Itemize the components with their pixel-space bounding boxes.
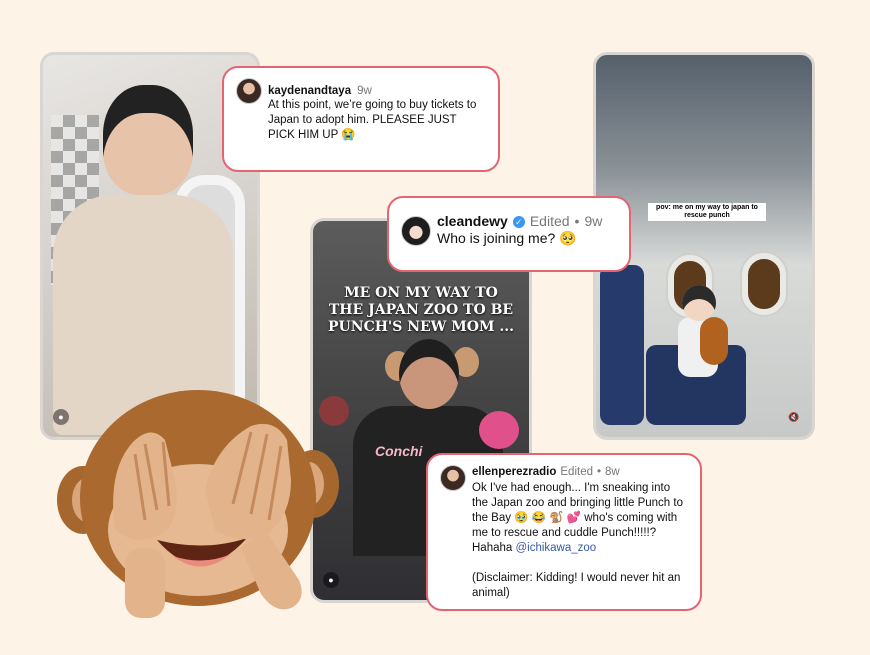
comment-time: 8w <box>605 466 620 478</box>
comment-time: 9w <box>357 84 372 97</box>
monkey-plush <box>700 317 728 365</box>
comment-username[interactable]: ellenperezradio <box>472 465 556 480</box>
shirt-text: Conchi <box>375 443 423 459</box>
comment-bubble-kaydenandtaya: kaydenandtaya 9w At this point, we’re go… <box>222 66 500 172</box>
comment-disclaimer: (Disclaimer: Kidding! I would never hit … <box>472 572 681 599</box>
comment-text: Ok I've had enough... I'm sneaking into … <box>472 481 688 556</box>
comment-username[interactable]: kaydenandtaya <box>268 84 351 99</box>
airplane-window <box>742 253 786 315</box>
girl-figure-head <box>682 285 716 321</box>
comment-edited: Edited <box>529 213 570 229</box>
comment-edited: Edited <box>560 466 593 478</box>
video-overlay-text: ME ON MY WAY TO THE JAPAN ZOO TO BE PUNC… <box>328 285 514 335</box>
comment-username[interactable]: cleandewy <box>437 214 508 229</box>
mute-icon[interactable]: 🔇 <box>786 409 802 425</box>
avatar[interactable] <box>440 465 466 491</box>
comment-bubble-cleandewy: cleandewy ✓ Edited • 9w Who is joining m… <box>387 196 631 272</box>
separator: • <box>596 466 602 478</box>
airplane-seat <box>600 265 644 425</box>
verified-badge-icon: ✓ <box>512 215 525 228</box>
comment-text: Who is joining me? 🥺 <box>437 230 577 246</box>
see-no-evil-monkey-icon <box>57 390 339 618</box>
crying-person-head <box>103 85 193 195</box>
comment-text: At this point, we’re going to buy ticket… <box>268 99 477 141</box>
comment-time: 9w <box>584 213 603 229</box>
video-caption: pov: me on my way to japan to rescue pun… <box>648 203 766 221</box>
mention-link[interactable]: @ichikawa_zoo <box>515 542 596 554</box>
separator: • <box>574 213 580 229</box>
comment-bubble-ellenperezradio: ellenperezradio Edited • 8w Ok I've had … <box>426 453 702 611</box>
flower-decoration <box>479 411 519 449</box>
person-head <box>399 339 459 409</box>
avatar[interactable] <box>401 215 431 246</box>
avatar[interactable] <box>236 78 262 104</box>
